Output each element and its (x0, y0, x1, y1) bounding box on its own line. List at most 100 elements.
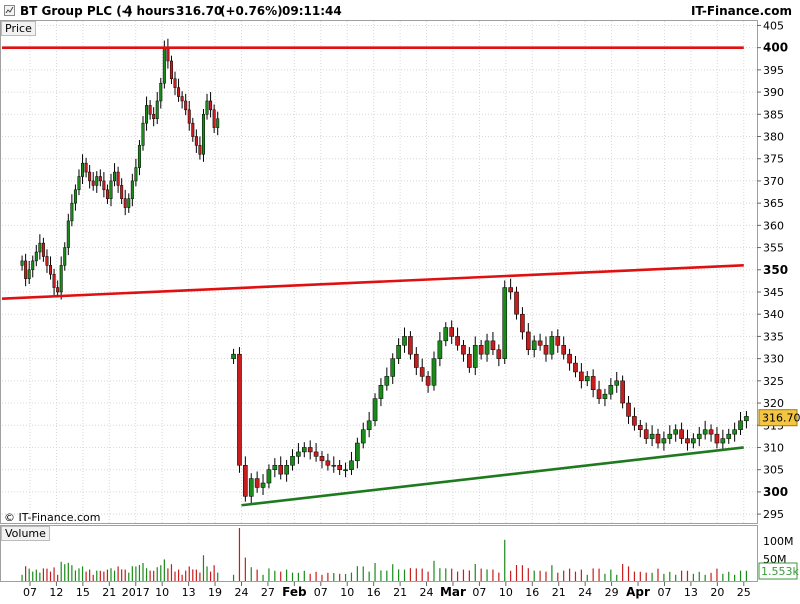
volume-bar (138, 565, 141, 581)
timeframe[interactable]: 4 hours (124, 4, 175, 18)
volume-bar (704, 574, 706, 581)
last-price-badge-label: 316.70 (762, 412, 800, 425)
volume-bar (209, 571, 212, 581)
candle (614, 380, 620, 386)
candle (502, 287, 508, 359)
volume-bar (586, 574, 588, 581)
candle (384, 376, 390, 386)
candle (169, 60, 173, 80)
y-tick-label: 355 (763, 242, 784, 255)
candle (31, 260, 35, 271)
volume-bar (557, 572, 559, 581)
volume-bar (291, 572, 294, 581)
volume-bar (167, 568, 169, 581)
candle (325, 460, 331, 466)
volume-bar (213, 565, 215, 581)
y-tick-label: 325 (763, 375, 784, 388)
volume-bar (85, 571, 87, 581)
x-tick-label: 13 (684, 586, 698, 599)
candle (127, 198, 131, 208)
candle (194, 136, 198, 146)
candle (134, 167, 138, 182)
candle (467, 353, 472, 368)
volume-bar (722, 573, 724, 581)
volume-bar (28, 568, 30, 581)
x-tick-label: 25 (737, 586, 751, 599)
x-tick-label: 21 (393, 586, 407, 599)
volume-bar (53, 567, 55, 581)
volume-bar (398, 569, 400, 581)
volume-bar (734, 574, 736, 581)
volume-bar (121, 569, 123, 581)
volume-bar (232, 574, 235, 581)
volume-bar (124, 569, 126, 581)
x-tick-label: 24 (420, 586, 434, 599)
volume-badge-label: 1.553k (761, 565, 799, 578)
volume-bar (280, 571, 282, 581)
candle (714, 433, 720, 444)
candle (643, 429, 649, 439)
volume-bar (486, 569, 488, 581)
volume-bar (192, 569, 194, 581)
volume-bar (563, 570, 565, 581)
candle (63, 247, 67, 266)
volume-bar (510, 570, 512, 581)
x-tick-label: Apr (626, 585, 650, 599)
time-axis: 07 12 15 21 2017 10 13 19 24 27 Feb 07 10 16 21 24 Mar 07… (23, 582, 751, 599)
watermark: © IT-Finance.com (4, 511, 101, 524)
volume-bar (185, 570, 187, 581)
chart-icon[interactable] (4, 5, 15, 16)
volume-bar (745, 570, 748, 581)
chart-svg: 2953003053103153203253303353403453503553… (0, 19, 800, 599)
volume-bar (92, 574, 94, 581)
volume-bar (451, 568, 453, 581)
volume-bar (663, 573, 665, 581)
candle (290, 456, 295, 466)
candle (343, 469, 348, 471)
volume-bar (545, 571, 547, 581)
candle (490, 340, 496, 350)
candle (278, 464, 284, 475)
candle (396, 345, 401, 359)
volume-bar (177, 569, 180, 581)
candle (216, 118, 220, 128)
candle (148, 105, 152, 115)
x-tick-label: 07 (472, 586, 486, 599)
volume-bar (645, 572, 647, 581)
candle (608, 385, 614, 395)
candle (549, 336, 555, 355)
volume-bar (350, 572, 353, 581)
candle (638, 425, 643, 430)
volume-bar (551, 565, 553, 581)
volume-bar (669, 571, 671, 581)
volume-bar (409, 568, 412, 581)
candle (272, 464, 278, 470)
candle (109, 180, 113, 199)
volume-bar (163, 559, 165, 581)
candle (24, 260, 28, 279)
candle (508, 287, 513, 293)
candle (679, 429, 684, 439)
volume-bar (439, 568, 441, 581)
volume-bar (195, 569, 197, 581)
candle (419, 367, 425, 377)
volume-bar (456, 571, 459, 581)
volume-bar (238, 528, 241, 581)
volume-bar (427, 571, 429, 581)
volume-bar (474, 564, 476, 581)
x-tick-label: 16 (525, 586, 539, 599)
volume-bar (633, 571, 636, 581)
candle (113, 171, 117, 182)
candle (431, 358, 437, 386)
candle (184, 100, 188, 111)
volume-bar (574, 571, 577, 581)
candle (70, 202, 74, 222)
volume-bar (728, 571, 730, 581)
x-tick-label: 20 (710, 586, 724, 599)
x-tick-label: 19 (208, 586, 222, 599)
candle (49, 265, 53, 275)
candle (702, 429, 708, 435)
candle (514, 291, 519, 315)
volume-bar (106, 569, 109, 581)
y-tick-label: 405 (763, 19, 784, 32)
